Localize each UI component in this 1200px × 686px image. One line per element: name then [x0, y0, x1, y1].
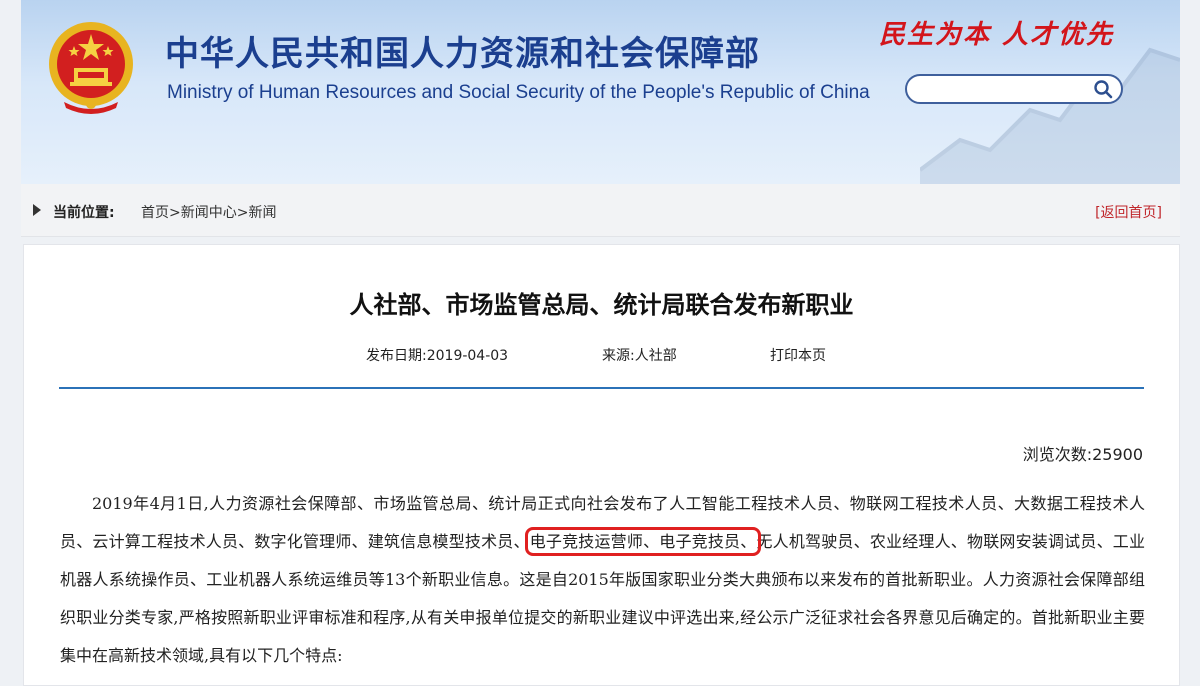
breadcrumb-news-center[interactable]: 新闻中心 [181, 205, 237, 221]
paragraph-text-after: 无人机驾驶员、农业经理人、物联网安装调试员、工业机器人系统操作员、工业机器人系统… [60, 532, 1145, 665]
article: 人社部、市场监管总局、统计局联合发布新职业 发布日期:2019-04-03 来源… [23, 244, 1180, 686]
view-count-label: 浏览次数: [1022, 445, 1093, 464]
publish-date: 发布日期:2019-04-03 [366, 348, 509, 364]
article-body: 2019年4月1日,人力资源社会保障部、市场监管总局、统计局正式向社会发布了人工… [60, 485, 1145, 675]
view-count-value: 25900 [1092, 445, 1143, 464]
title-divider [59, 387, 1144, 389]
breadcrumb-bar: 当前位置: 首页>新闻中心>新闻 [返回首页] [21, 184, 1180, 237]
breadcrumb-separator: > [236, 205, 249, 221]
print-page-link[interactable]: 打印本页 [770, 345, 826, 365]
back-home-link[interactable]: [返回首页] [1095, 202, 1162, 222]
page: 中华人民共和国人力资源和社会保障部 Ministry of Human Reso… [21, 0, 1180, 686]
search-icon[interactable] [1093, 79, 1113, 99]
site-title-cn: 中华人民共和国人力资源和社会保障部 [165, 34, 760, 74]
breadcrumb-news[interactable]: 新闻 [248, 205, 276, 221]
article-paragraph: 2019年4月1日,人力资源社会保障部、市场监管总局、统计局正式向社会发布了人工… [60, 485, 1145, 675]
view-count: 浏览次数:25900 [1023, 441, 1143, 465]
site-title-en: Ministry of Human Resources and Social S… [167, 82, 870, 103]
article-source: 来源:人社部 [602, 348, 677, 364]
breadcrumb-label: 当前位置: [53, 205, 115, 221]
site-header: 中华人民共和国人力资源和社会保障部 Ministry of Human Reso… [21, 0, 1180, 184]
triangle-right-icon [33, 204, 41, 216]
breadcrumb-separator: > [169, 205, 181, 221]
national-emblem-icon [49, 22, 133, 114]
breadcrumb-home[interactable]: 首页 [141, 205, 169, 221]
slogan: 民生为本 人才优先 [879, 20, 1115, 50]
highlighted-text: 电子竞技运营师、电子竞技员、 [524, 527, 762, 556]
article-title: 人社部、市场监管总局、统计局联合发布新职业 [349, 291, 854, 319]
breadcrumb: 首页>新闻中心>新闻 [141, 202, 276, 222]
search-box[interactable] [905, 74, 1123, 104]
search-input[interactable] [917, 80, 1091, 100]
